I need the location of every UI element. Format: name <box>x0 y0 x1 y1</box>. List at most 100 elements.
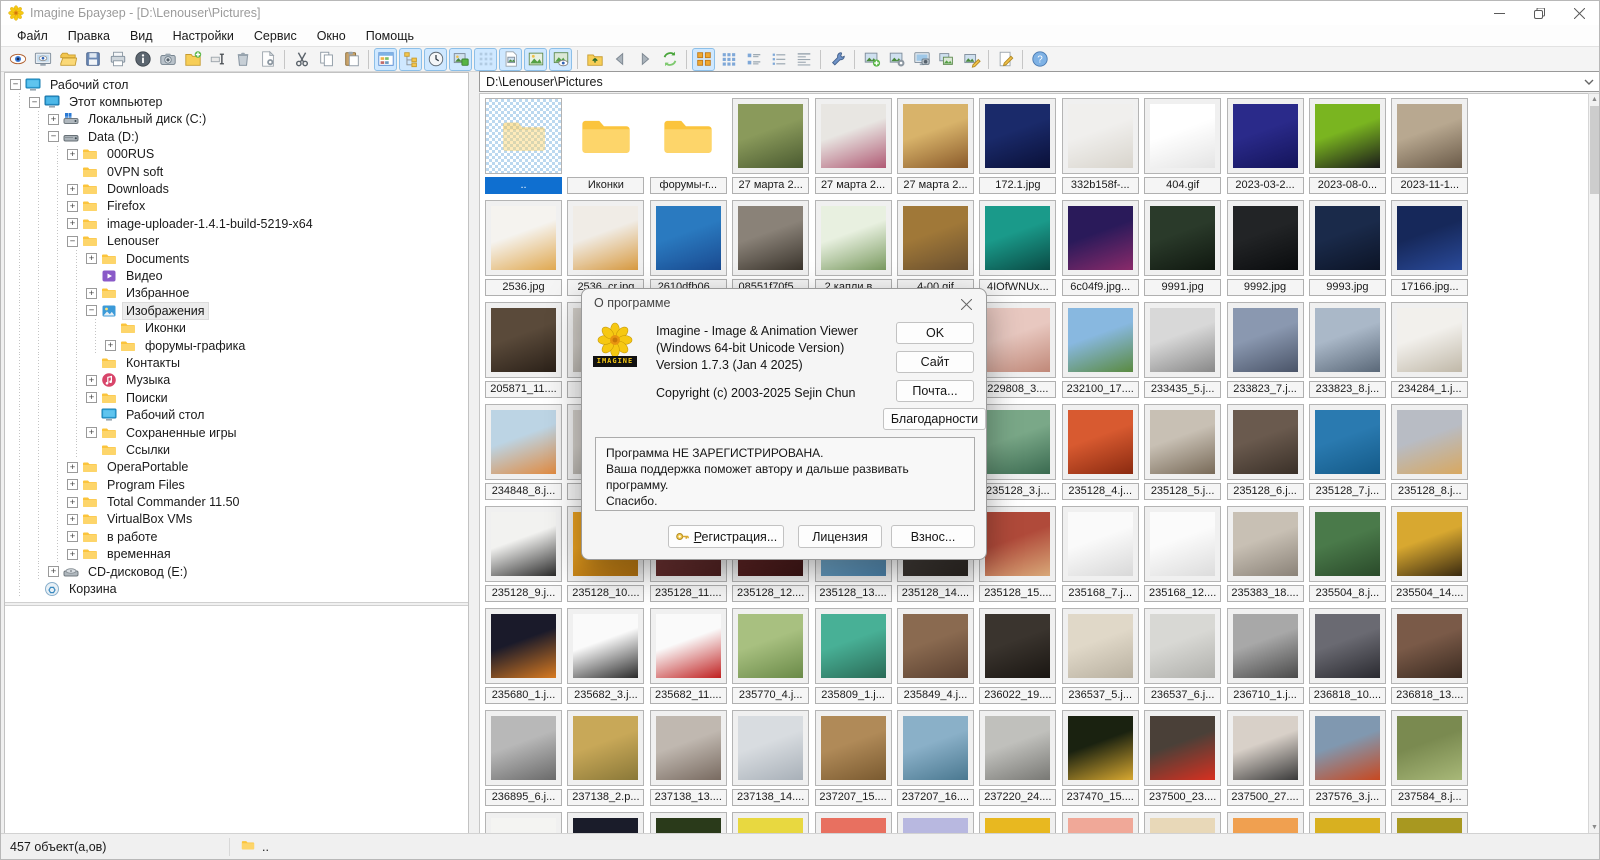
image-thumbnail[interactable] <box>1061 608 1139 684</box>
image-thumbnail[interactable] <box>1308 812 1386 833</box>
image-thumbnail[interactable] <box>979 200 1057 276</box>
scrollbar-thumb[interactable] <box>1590 106 1599 194</box>
image-thumbnail[interactable] <box>896 812 974 833</box>
expand-icon[interactable]: + <box>67 513 78 525</box>
tree-item[interactable]: + в работе <box>5 528 468 546</box>
restore-button[interactable] <box>1519 1 1559 25</box>
image-item[interactable] <box>813 811 895 833</box>
image-item[interactable] <box>1060 811 1142 833</box>
image-thumbnail[interactable] <box>732 200 810 276</box>
image-thumbnail[interactable] <box>485 200 562 276</box>
tree-item[interactable]: − Изображения <box>5 301 468 320</box>
view-thumbnails-small-button[interactable] <box>717 48 740 71</box>
image-item[interactable]: 9993.jpg <box>1307 199 1389 301</box>
image-item[interactable]: 237207_16.... <box>895 709 977 811</box>
edit-image-button[interactable] <box>994 48 1017 71</box>
image-thumbnail[interactable] <box>1391 98 1469 174</box>
image-thumbnail[interactable] <box>814 710 892 786</box>
image-item[interactable]: 237138_13.... <box>648 709 730 811</box>
image-thumbnail[interactable] <box>1226 404 1304 480</box>
refresh-button[interactable] <box>658 48 681 71</box>
image-item[interactable] <box>648 811 730 833</box>
image-item[interactable] <box>895 811 977 833</box>
image-thumbnail[interactable] <box>1308 710 1386 786</box>
image-item[interactable] <box>1307 811 1389 833</box>
image-thumbnail[interactable] <box>649 812 727 833</box>
back-button[interactable] <box>608 48 631 71</box>
image-thumbnail[interactable] <box>814 98 892 174</box>
tree-item[interactable]: + Сохраненные игры <box>5 423 468 442</box>
image-item[interactable]: 27 марта 2... <box>895 97 977 199</box>
image-thumbnail[interactable] <box>1226 812 1304 833</box>
image-thumbnail[interactable] <box>979 302 1057 378</box>
batch-convert-button[interactable] <box>885 48 908 71</box>
image-item[interactable]: 237138_2.p... <box>565 709 647 811</box>
image-item[interactable]: 236895_6.j... <box>483 709 565 811</box>
image-thumbnail[interactable] <box>1061 404 1139 480</box>
image-thumbnail[interactable] <box>732 710 810 786</box>
image-thumbnail[interactable] <box>1308 302 1386 378</box>
image-thumbnail[interactable] <box>1144 302 1222 378</box>
image-item[interactable]: 237500_23.... <box>1142 709 1224 811</box>
image-thumbnail[interactable] <box>567 710 645 786</box>
image-item[interactable]: 233435_5.j... <box>1142 301 1224 403</box>
image-thumbnail[interactable] <box>567 608 645 684</box>
file-settings-button[interactable] <box>256 48 279 71</box>
options-button[interactable] <box>826 48 849 71</box>
image-item[interactable]: 235770_4.j... <box>730 607 812 709</box>
image-thumbnail[interactable] <box>1391 302 1469 378</box>
thanks-button[interactable]: Благодарности <box>883 408 986 430</box>
image-item[interactable]: 235383_18.... <box>1225 505 1307 607</box>
image-thumbnail[interactable] <box>814 200 892 276</box>
tree-item[interactable]: + Documents <box>5 249 468 268</box>
image-thumbnail[interactable] <box>1061 812 1139 833</box>
image-thumbnail[interactable] <box>485 710 562 786</box>
tree-item[interactable]: + Избранное <box>5 284 468 303</box>
image-thumbnail[interactable] <box>979 98 1057 174</box>
expand-icon[interactable]: + <box>86 427 97 438</box>
image-item[interactable]: 229808_3.... <box>977 301 1059 403</box>
ok-button[interactable]: OK <box>896 322 974 344</box>
image-item[interactable]: 235128_9.j... <box>483 505 565 607</box>
view-list-button[interactable] <box>767 48 790 71</box>
image-item[interactable]: 234848_8.j... <box>483 403 565 505</box>
image-item[interactable] <box>483 811 565 833</box>
image-item[interactable]: 172.1.jpg <box>977 97 1059 199</box>
image-item[interactable] <box>977 811 1059 833</box>
image-item[interactable]: 234284_1.j... <box>1389 301 1471 403</box>
menu-item-2[interactable]: Вид <box>120 27 163 45</box>
image-item[interactable]: 332b158f-... <box>1060 97 1142 199</box>
menu-item-4[interactable]: Сервис <box>244 27 307 45</box>
image-item[interactable] <box>565 811 647 833</box>
image-thumbnail[interactable] <box>1061 200 1139 276</box>
expand-icon[interactable]: + <box>67 531 78 543</box>
image-item[interactable]: 232100_17.... <box>1060 301 1142 403</box>
image-thumbnail[interactable] <box>1061 506 1139 582</box>
folder-up-button[interactable] <box>583 48 606 71</box>
timer-pane-button[interactable] <box>424 47 447 71</box>
image-item[interactable]: 236818_13.... <box>1389 607 1471 709</box>
image-thumbnail[interactable] <box>1391 812 1469 833</box>
expand-icon[interactable]: + <box>67 548 78 560</box>
donate-button[interactable]: Взнос... <box>891 525 975 548</box>
image-item[interactable] <box>1142 811 1224 833</box>
tree-item[interactable]: + OperaPortable <box>5 458 468 476</box>
image-item[interactable]: 235128_3.j... <box>977 403 1059 505</box>
image-thumbnail[interactable] <box>1308 608 1386 684</box>
tree-item[interactable]: 0VPN soft <box>5 162 468 181</box>
viewer-pane-button[interactable] <box>549 47 572 71</box>
image-thumbnail[interactable] <box>485 404 562 480</box>
image-item[interactable]: 2536.jpg <box>483 199 565 301</box>
folder-tree-pane-button[interactable] <box>399 47 422 71</box>
folder-item[interactable]: Иконки <box>565 97 647 199</box>
expand-icon[interactable]: + <box>86 374 97 386</box>
tree-item[interactable]: Корзина <box>5 580 468 598</box>
help-button[interactable]: ? <box>1028 48 1051 71</box>
tree-item[interactable]: + Поиски <box>5 389 468 407</box>
image-thumbnail[interactable] <box>1308 200 1386 276</box>
tree-item[interactable]: + CD-дисковод (E:) <box>5 562 468 581</box>
tree-item[interactable]: Рабочий стол <box>5 406 468 424</box>
tree-item[interactable]: + Firefox <box>5 197 468 216</box>
image-item[interactable]: 9992.jpg <box>1225 199 1307 301</box>
collapse-icon[interactable]: − <box>10 79 21 91</box>
